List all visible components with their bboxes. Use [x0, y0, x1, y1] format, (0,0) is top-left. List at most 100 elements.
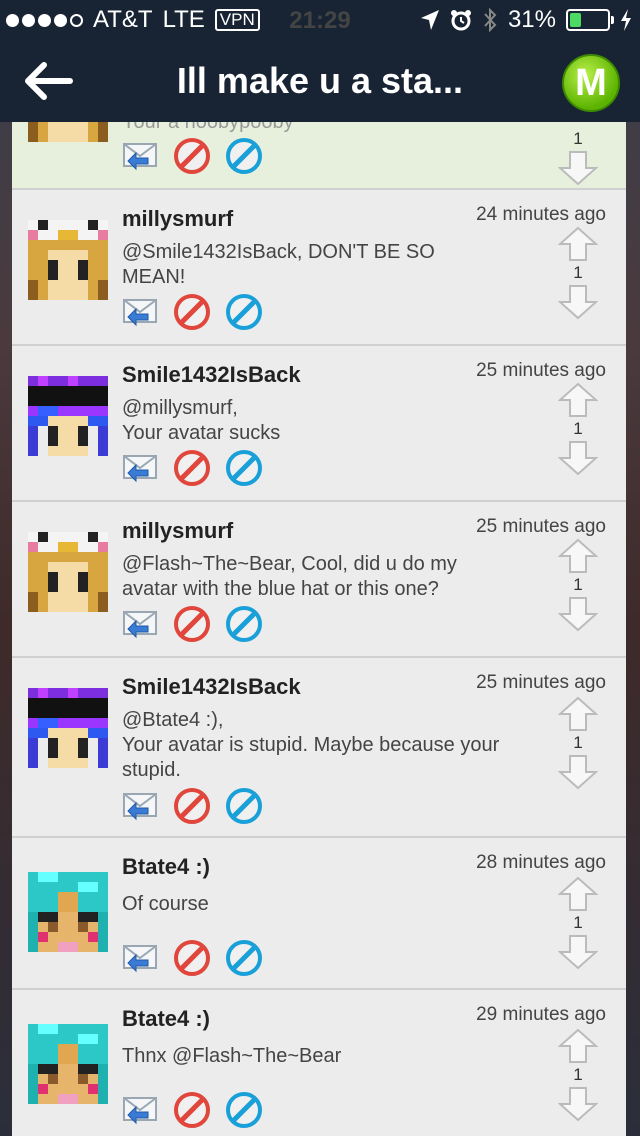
- vote-control: 1: [558, 382, 598, 476]
- downvote-icon[interactable]: [558, 1086, 598, 1122]
- status-bar: AT&T LTE VPN 21:29 31%: [0, 0, 640, 40]
- comment-timestamp: 29 minutes ago: [476, 1004, 606, 1025]
- report-icon[interactable]: [174, 606, 210, 642]
- comment-actions: [122, 294, 262, 330]
- vote-count: 1: [573, 575, 583, 594]
- location-arrow-icon: [420, 10, 439, 30]
- downvote-icon[interactable]: [558, 150, 598, 186]
- block-icon[interactable]: [226, 1092, 262, 1128]
- upvote-icon[interactable]: [558, 226, 598, 262]
- downvote-icon[interactable]: [558, 284, 598, 320]
- comment-text: @Smile1432IsBack, DON'T BE SO MEAN!: [122, 241, 435, 288]
- downvote-icon[interactable]: [558, 754, 598, 790]
- vote-control: 1: [558, 876, 598, 970]
- downvote-icon[interactable]: [558, 934, 598, 970]
- page-title: Ill make u a sta...: [176, 60, 464, 101]
- comment-timestamp: 25 minutes ago: [476, 516, 606, 537]
- report-icon[interactable]: [174, 450, 210, 486]
- charging-bolt-icon: [621, 9, 631, 31]
- comment-text: Thnx @Flash~The~Bear: [122, 1045, 342, 1067]
- comment-username[interactable]: Btate4 :): [122, 854, 210, 880]
- comment-item: Smile1432IsBack 25 minutes ago @millysmu…: [12, 346, 626, 502]
- comment-actions: [122, 138, 262, 174]
- upvote-icon[interactable]: [558, 696, 598, 732]
- reply-icon[interactable]: [122, 788, 158, 824]
- block-icon[interactable]: [226, 294, 262, 330]
- battery-percent: 31%: [507, 6, 556, 33]
- comment-timestamp: 24 minutes ago: [476, 204, 606, 225]
- report-icon[interactable]: [174, 1092, 210, 1128]
- report-icon[interactable]: [174, 940, 210, 976]
- back-arrow-icon[interactable]: [22, 60, 74, 102]
- comment-timestamp: 25 minutes ago: [476, 360, 606, 381]
- downvote-icon[interactable]: [558, 440, 598, 476]
- comment-text: @Flash~The~Bear, Cool, did u do my avata…: [122, 553, 457, 600]
- report-icon[interactable]: [174, 138, 210, 174]
- alarm-clock-icon: [450, 10, 471, 31]
- report-icon[interactable]: [174, 788, 210, 824]
- avatar[interactable]: [28, 1024, 108, 1104]
- reply-icon[interactable]: [122, 450, 158, 486]
- block-icon[interactable]: [226, 788, 262, 824]
- vote-control: 1: [558, 226, 598, 320]
- avatar[interactable]: [28, 872, 108, 952]
- avatar[interactable]: [28, 220, 108, 300]
- block-icon[interactable]: [226, 940, 262, 976]
- reply-icon[interactable]: [122, 940, 158, 976]
- vote-control: 1: [558, 1028, 598, 1122]
- comment-actions: [122, 788, 262, 824]
- upvote-icon[interactable]: [558, 538, 598, 574]
- navigation-bar: Ill make u a sta... M: [0, 40, 640, 122]
- comment-username[interactable]: Btate4 :): [122, 1006, 210, 1032]
- reply-icon[interactable]: [122, 138, 158, 174]
- app-logo-button[interactable]: M: [562, 54, 620, 112]
- comment-actions: [122, 1092, 262, 1128]
- comment-text: Your a noobypooby: [122, 122, 294, 133]
- upvote-icon[interactable]: [558, 382, 598, 418]
- comment-feed[interactable]: Your a noobypooby 1 millysmurf 24 minute…: [12, 122, 626, 1136]
- comment-actions: [122, 940, 262, 976]
- comment-item: millysmurf 25 minutes ago @Flash~The~Bea…: [12, 502, 626, 658]
- bluetooth-icon: [484, 7, 497, 33]
- avatar[interactable]: [28, 376, 108, 456]
- block-icon[interactable]: [226, 138, 262, 174]
- comment-timestamp: 25 minutes ago: [476, 672, 606, 693]
- comment-item: Btate4 :) 29 minutes ago Thnx @Flash~The…: [12, 990, 626, 1136]
- comment-text: @Btate4 :), Your avatar is stupid. Maybe…: [122, 709, 500, 781]
- battery-icon: [566, 9, 614, 31]
- comment-item: Your a noobypooby 1: [12, 122, 626, 190]
- comment-timestamp: 28 minutes ago: [476, 852, 606, 873]
- block-icon[interactable]: [226, 606, 262, 642]
- comment-actions: [122, 450, 262, 486]
- downvote-icon[interactable]: [558, 596, 598, 632]
- vote-count: 1: [573, 129, 583, 148]
- vote-count: 1: [573, 733, 583, 752]
- vote-control: 1: [558, 696, 598, 790]
- report-icon[interactable]: [174, 294, 210, 330]
- reply-icon[interactable]: [122, 606, 158, 642]
- vote-count: 1: [573, 263, 583, 282]
- comment-item: Btate4 :) 28 minutes ago Of course 1: [12, 838, 626, 990]
- comment-username[interactable]: Smile1432IsBack: [122, 362, 301, 388]
- vote-control: 1: [558, 538, 598, 632]
- comment-text: @millysmurf, Your avatar sucks: [122, 397, 281, 444]
- comment-username[interactable]: millysmurf: [122, 518, 233, 544]
- comment-username[interactable]: millysmurf: [122, 206, 233, 232]
- avatar[interactable]: [28, 122, 108, 142]
- comment-username[interactable]: Smile1432IsBack: [122, 674, 301, 700]
- reply-icon[interactable]: [122, 1092, 158, 1128]
- upvote-icon[interactable]: [558, 1028, 598, 1064]
- vote-control: 1: [558, 122, 598, 186]
- comment-actions: [122, 606, 262, 642]
- upvote-icon[interactable]: [558, 876, 598, 912]
- vote-count: 1: [573, 1065, 583, 1084]
- comment-text: Of course: [122, 893, 209, 915]
- comment-item: millysmurf 24 minutes ago @Smile1432IsBa…: [12, 190, 626, 346]
- vote-count: 1: [573, 913, 583, 932]
- reply-icon[interactable]: [122, 294, 158, 330]
- vote-count: 1: [573, 419, 583, 438]
- comment-item: Smile1432IsBack 25 minutes ago @Btate4 :…: [12, 658, 626, 838]
- avatar[interactable]: [28, 532, 108, 612]
- block-icon[interactable]: [226, 450, 262, 486]
- avatar[interactable]: [28, 688, 108, 768]
